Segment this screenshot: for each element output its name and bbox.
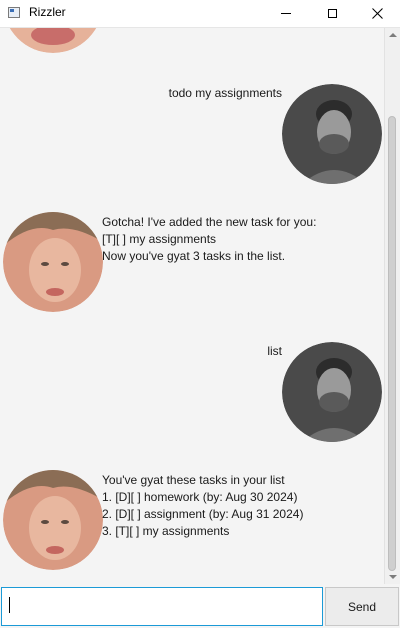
user-avatar xyxy=(282,342,382,442)
title-bar: Rizzler xyxy=(0,0,400,28)
bot-avatar-partial xyxy=(3,28,103,53)
close-button[interactable] xyxy=(354,0,400,27)
bot-avatar xyxy=(3,212,103,312)
scroll-up-arrow-icon[interactable] xyxy=(389,33,397,37)
bot-avatar xyxy=(3,470,103,570)
minimize-icon xyxy=(281,13,291,14)
message-input[interactable] xyxy=(1,587,323,626)
minimize-button[interactable] xyxy=(263,0,309,27)
maximize-button[interactable] xyxy=(309,0,355,27)
input-row: Send xyxy=(0,585,400,628)
user-message: todo my assignments xyxy=(168,86,282,100)
user-avatar xyxy=(282,84,382,184)
bot-message: You've gyat these tasks in your list 1. … xyxy=(102,473,304,538)
text-caret xyxy=(9,597,10,613)
close-icon xyxy=(371,8,383,19)
chat-area: todo my assignments Gotcha! I've added t… xyxy=(0,28,384,584)
bot-message: Gotcha! I've added the new task for you:… xyxy=(102,215,317,263)
vertical-scrollbar[interactable] xyxy=(384,28,400,584)
maximize-icon xyxy=(327,9,337,18)
app-window-icon xyxy=(8,7,20,18)
scrollbar-thumb[interactable] xyxy=(388,116,396,571)
user-message: list xyxy=(267,344,282,358)
scroll-down-arrow-icon[interactable] xyxy=(389,575,397,579)
send-button[interactable]: Send xyxy=(325,587,399,626)
window-title: Rizzler xyxy=(29,5,66,19)
